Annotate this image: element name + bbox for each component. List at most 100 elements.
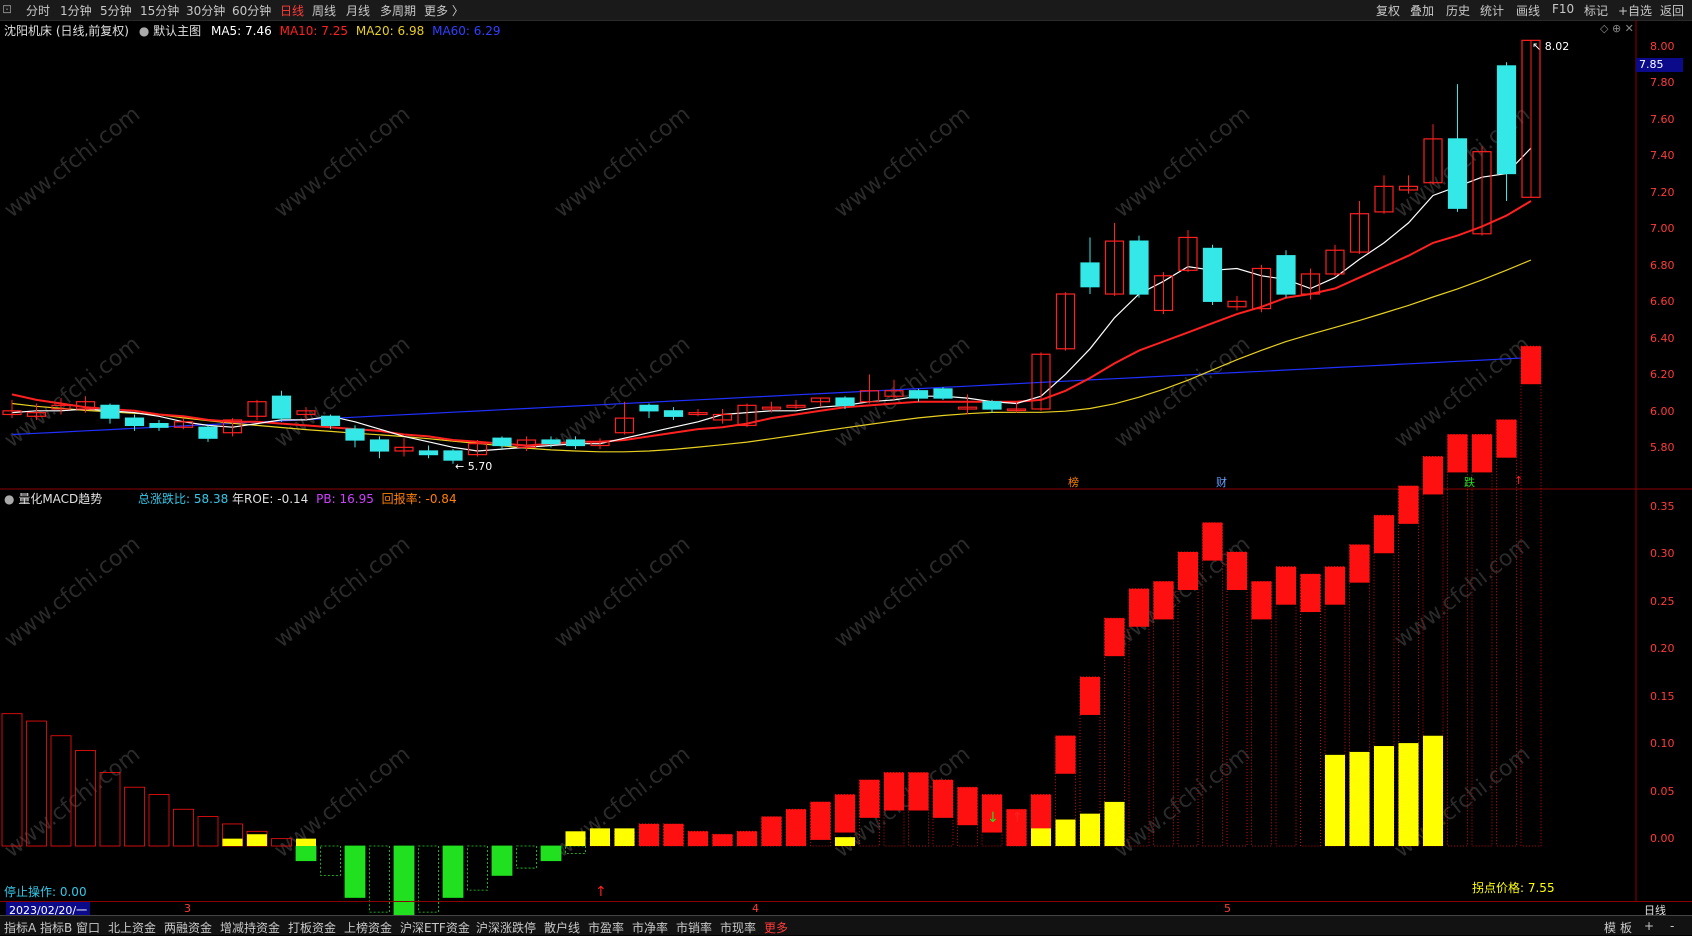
tab-limit-up-funds[interactable]: 打板资金: [288, 919, 336, 936]
tab-pb[interactable]: 市净率: [632, 919, 668, 936]
panel-controls[interactable]: ◇ ⊕ ✕: [1600, 22, 1634, 35]
tab-indicator-b[interactable]: 指标B: [40, 919, 72, 936]
price-tick: 7.40: [1650, 149, 1675, 162]
stock-title: 沈阳机床 (日线,前复权): [4, 24, 129, 38]
tab-retail-line[interactable]: 散户线: [544, 919, 580, 936]
candle-body: [541, 439, 561, 445]
macd-bar-head: [688, 831, 708, 846]
tab-indicator-a[interactable]: 指标A: [4, 919, 36, 936]
candle-body: [982, 401, 1002, 410]
macd-bar: [1471, 433, 1493, 847]
price-tick: 6.20: [1650, 368, 1675, 381]
candle-body: [908, 390, 929, 399]
macd-bar: [99, 772, 121, 847]
candle-body: [443, 450, 463, 461]
tab-billboard-funds[interactable]: 上榜资金: [344, 919, 392, 936]
buy-arrow-icon: ↑: [1012, 810, 1024, 826]
low-price-marker: ← 5.70: [455, 460, 493, 473]
macd-tick: 0.25: [1650, 595, 1675, 608]
macd-bar: [565, 845, 586, 854]
price-tick: 7.00: [1650, 222, 1675, 235]
price-tick: 6.00: [1650, 405, 1675, 418]
event-label-bang[interactable]: 榜: [1068, 474, 1079, 490]
tab-margin[interactable]: 两融资金: [164, 919, 212, 936]
tab-limit-stats[interactable]: 沪深涨跌停: [476, 919, 536, 936]
macd-yellow-bar: [296, 838, 316, 846]
tab-holding-change[interactable]: 增减持资金: [220, 919, 280, 936]
template-icon[interactable]: ●: [139, 24, 149, 38]
macd-yellow-bar: [1080, 813, 1100, 846]
candle-body: [933, 388, 953, 399]
event-label-cai[interactable]: 财: [1216, 474, 1227, 490]
tab-window[interactable]: 窗口: [76, 919, 100, 936]
template-button[interactable]: 模: [1604, 919, 1616, 936]
macd-tick: 0.30: [1650, 547, 1675, 560]
macd-bar-head: [1276, 566, 1296, 605]
macd-axis: 0.35 0.30 0.25 0.20 0.15 0.10 0.05 0.00: [1636, 490, 1692, 900]
candle-body: [1496, 65, 1517, 175]
macd-tick: 0.20: [1650, 642, 1675, 655]
event-label-die[interactable]: 跌: [1464, 474, 1475, 490]
tab-northbound[interactable]: 北上资金: [108, 919, 156, 936]
price-tick: 7.80: [1650, 76, 1675, 89]
tab-pcf[interactable]: 市现率: [720, 919, 756, 936]
macd-bar-head: [1398, 485, 1419, 524]
buy-arrow-icon: ↑: [595, 884, 607, 900]
date-axis: 2023/02/20/一 3 4 5 日线: [0, 901, 1692, 918]
template-name[interactable]: 默认主图: [153, 24, 201, 38]
tab-pe[interactable]: 市盈率: [588, 919, 624, 936]
sub-panel-header: ● 量化MACD趋势: [4, 490, 102, 507]
board-button[interactable]: 板: [1620, 919, 1632, 936]
macd-bar-head: [1325, 566, 1345, 605]
indicator-title[interactable]: 量化MACD趋势: [18, 492, 102, 506]
indicator-icon[interactable]: ●: [4, 492, 14, 506]
macd-bar-head: [859, 779, 880, 818]
macd-bar: [1251, 581, 1272, 847]
kline-chart[interactable]: ↑ ↓ ↑: [0, 0, 1692, 934]
macd-bar-head: [1496, 419, 1517, 458]
tab-ps[interactable]: 市销率: [676, 919, 712, 936]
macd-yellow-bar: [1423, 735, 1443, 846]
event-label-up-arrow[interactable]: ↑: [1514, 474, 1523, 487]
macd-yellow-bar: [565, 831, 586, 846]
macd-bar-head: [737, 831, 757, 846]
candle-body: [1129, 240, 1149, 295]
macd-bar-head: [1423, 456, 1443, 495]
macd-bar-head: [1349, 544, 1370, 583]
candle-body: [835, 397, 855, 406]
macd-yellow-bar: [1055, 819, 1076, 846]
tab-etf-funds[interactable]: 沪深ETF资金: [400, 919, 470, 936]
candle-body: [663, 410, 684, 417]
macd-bar-head: [1129, 588, 1149, 627]
macd-bar-head: [1202, 522, 1223, 561]
macd-bar: [320, 845, 341, 876]
price-tick: 6.80: [1650, 259, 1675, 272]
macd-tick: 0.00: [1650, 832, 1675, 845]
macd-bar-head: [639, 823, 659, 846]
macd-bar: [124, 786, 145, 847]
macd-bar: [50, 735, 72, 847]
month-label: 5: [1224, 902, 1231, 915]
macd-bar-head: [1251, 581, 1272, 620]
zoom-out-button[interactable]: -: [1670, 919, 1674, 933]
macd-yellow-bar: [1349, 751, 1370, 846]
macd-bar-head: [1153, 581, 1174, 620]
tab-more[interactable]: 更多: [764, 919, 788, 936]
macd-bar-head: [1374, 515, 1394, 554]
macd-bar-head: [1447, 434, 1468, 473]
macd-yellow-bar: [1104, 801, 1125, 846]
macd-bar-head: [663, 823, 684, 846]
inflection-price-label: 拐点价格: 7.55: [1472, 881, 1555, 895]
retracement-value: 回报率: -0.84: [381, 492, 457, 506]
candle-body: [345, 428, 365, 441]
ma5-value: MA5: 7.46: [210, 24, 272, 38]
total-ratio: 总涨跌比: 58.38: [138, 492, 229, 506]
price-tick: 8.00: [1650, 40, 1675, 53]
macd-bar-head: [1227, 552, 1247, 590]
macd-tick: 0.10: [1650, 737, 1675, 750]
macd-bar: [540, 845, 562, 862]
zoom-in-button[interactable]: +: [1644, 919, 1654, 933]
macd-tick: 0.35: [1650, 500, 1675, 513]
macd-bar-head: [1031, 794, 1051, 833]
stop-operation-label: 停止操作: 0.00: [4, 885, 87, 899]
